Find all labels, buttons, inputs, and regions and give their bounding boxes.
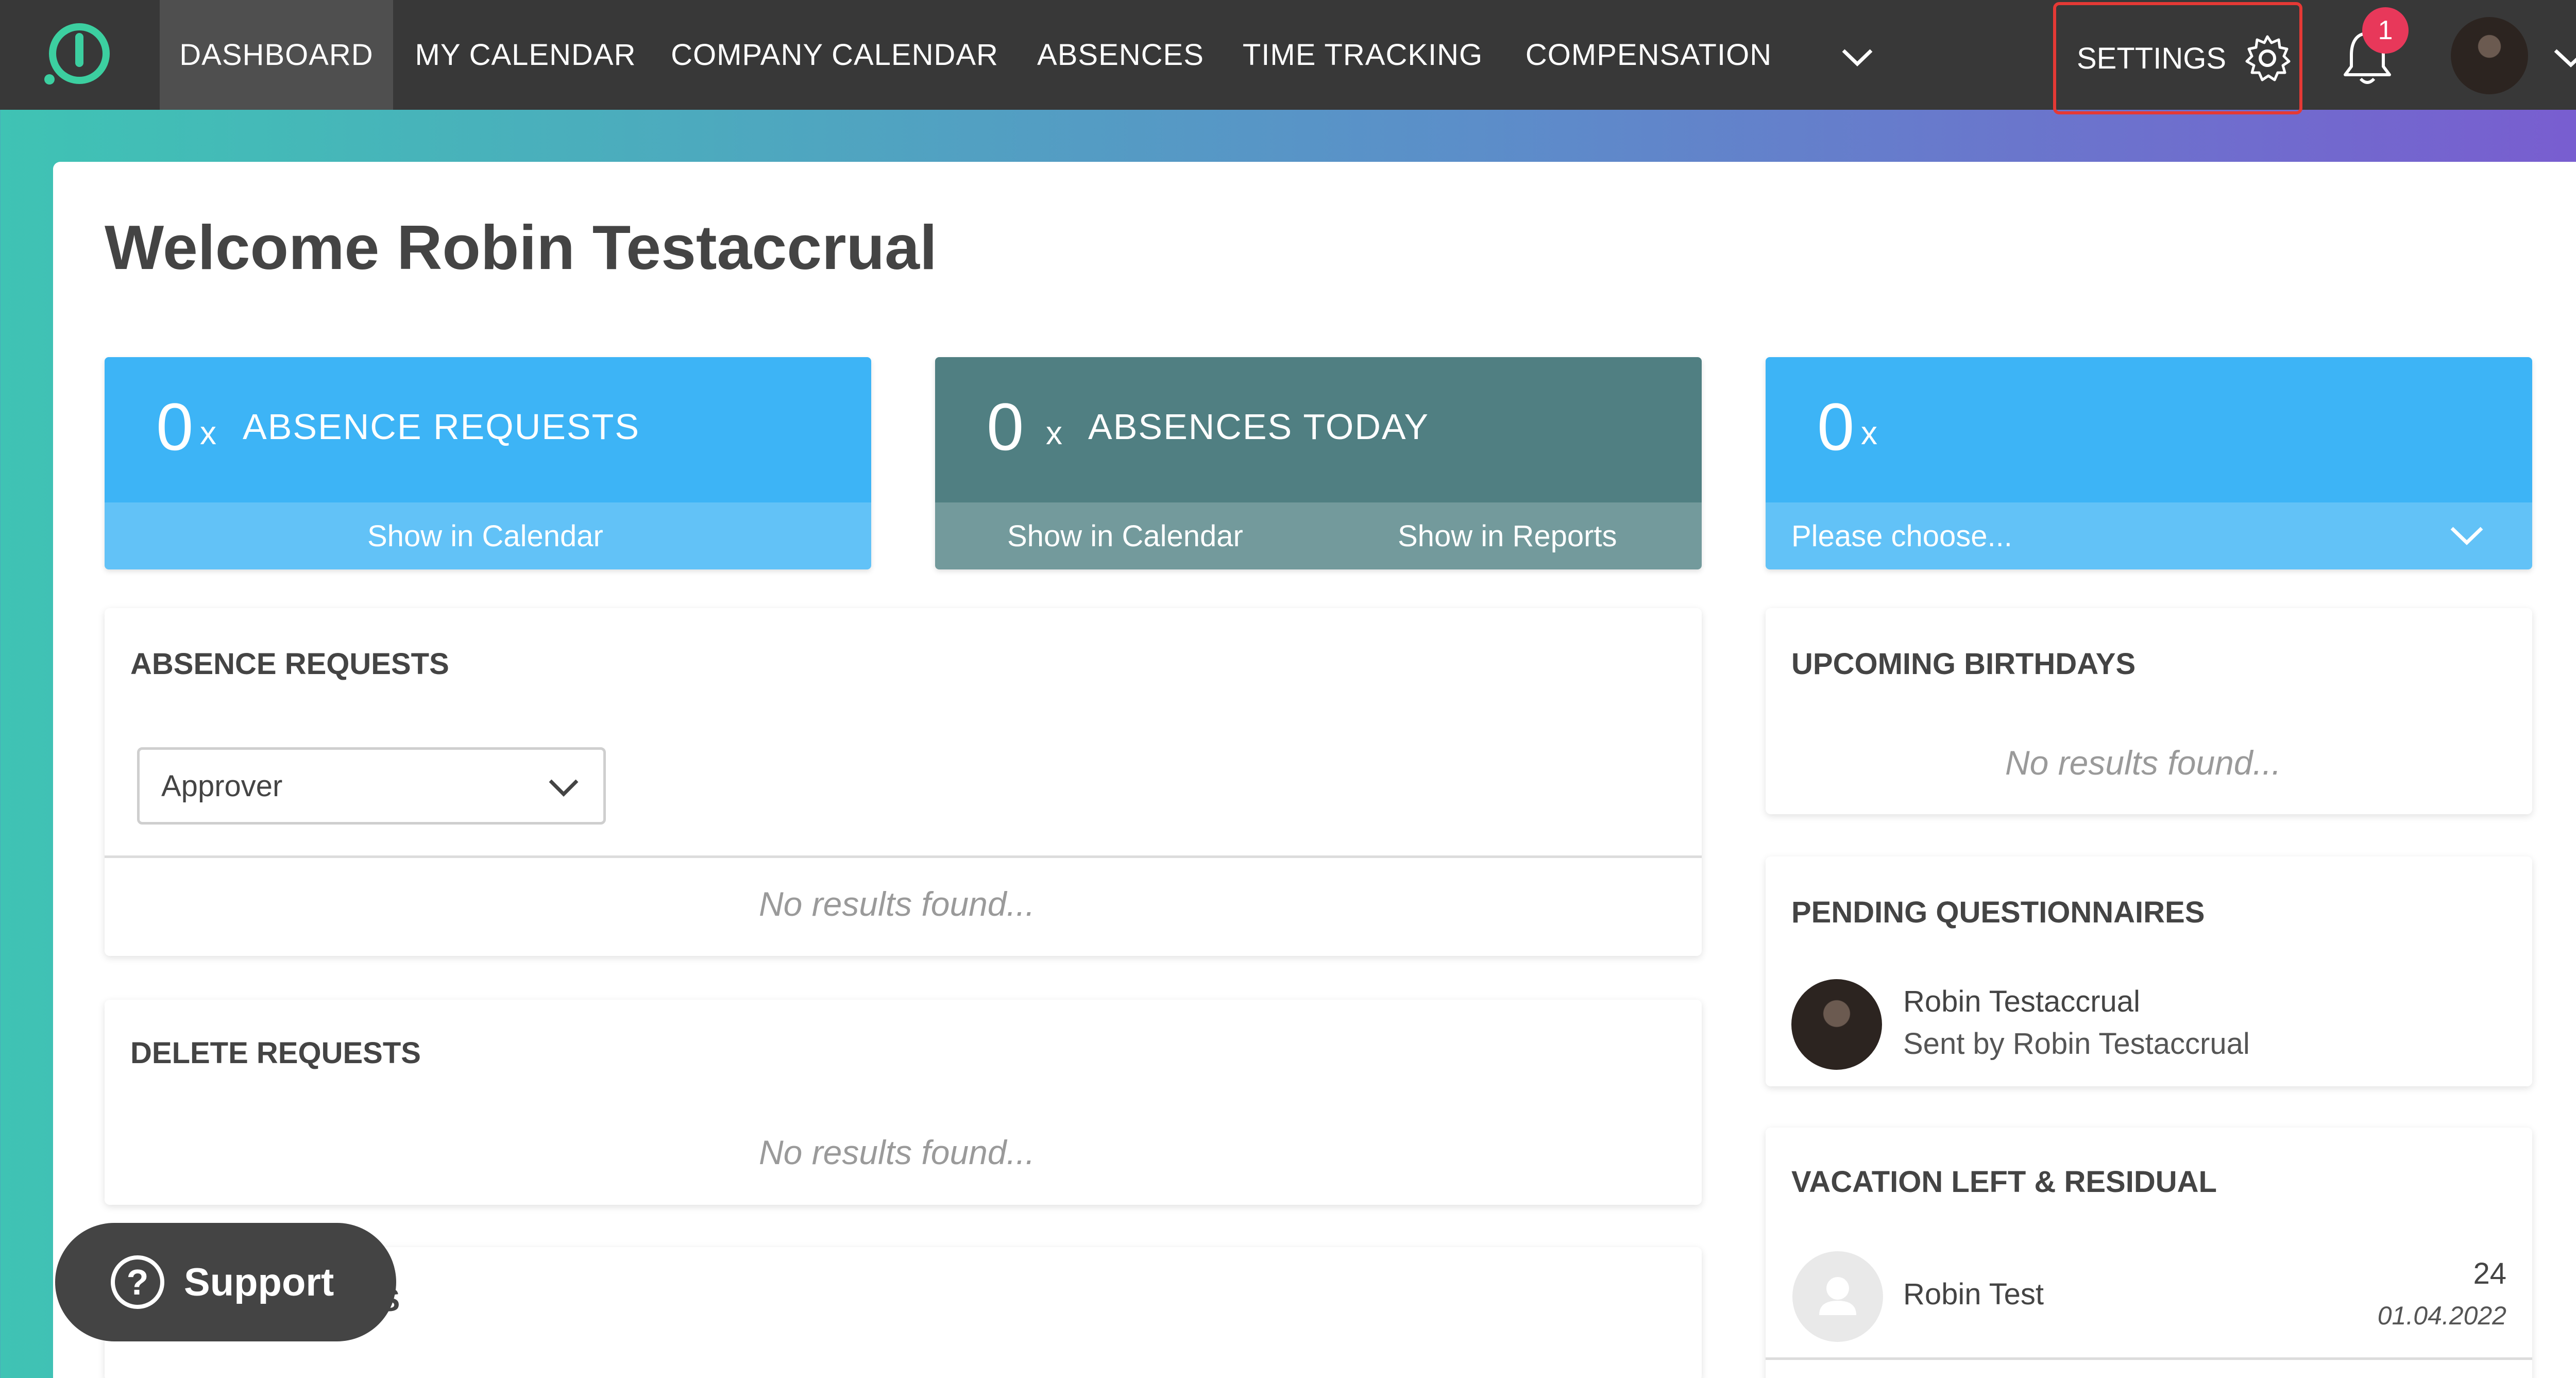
- select-value: Approver: [161, 769, 283, 803]
- chevron-down-icon[interactable]: [1839, 41, 1875, 72]
- stat-count: 0: [987, 389, 1024, 464]
- stat-times: x: [1046, 414, 1062, 451]
- avatar-placeholder: [1792, 1251, 1883, 1342]
- stat-absences-today: 0 x ABSENCES TODAY Show in Calendar Show…: [935, 357, 1702, 569]
- support-label: Support: [184, 1260, 334, 1304]
- avatar: [1791, 979, 1882, 1070]
- user-icon: [1819, 1277, 1856, 1315]
- settings-label: SETTINGS: [2077, 41, 2227, 75]
- vacation-left-card: VACATION LEFT & RESIDUAL Robin Test 24 0…: [1766, 1128, 2532, 1378]
- empty-state: No results found...: [2005, 744, 2281, 782]
- divider: [105, 855, 1702, 858]
- card-title: ABSENCE REQUESTS: [130, 647, 449, 681]
- stat-count: 0: [156, 389, 194, 464]
- settings-button[interactable]: SETTINGS: [2053, 2, 2302, 114]
- chevron-down-icon[interactable]: [2550, 41, 2576, 72]
- stat-type-select[interactable]: Please choose...: [1766, 502, 2532, 569]
- questionnaire-sender: Sent by Robin Testaccrual: [1903, 1027, 2250, 1061]
- avatar[interactable]: [2451, 17, 2528, 94]
- nav-absences[interactable]: ABSENCES: [1025, 0, 1216, 110]
- stat-absence-requests: 0 x ABSENCE REQUESTS Show in Calendar: [105, 357, 871, 569]
- notification-badge: 1: [2362, 7, 2409, 54]
- nav-time-tracking[interactable]: TIME TRACKING: [1236, 0, 1489, 110]
- questionnaire-name[interactable]: Robin Testaccrual: [1903, 984, 2140, 1019]
- stat-times: x: [200, 414, 216, 451]
- absence-requests-card: ABSENCE REQUESTS Approver No results fou…: [105, 608, 1702, 956]
- stat-times: x: [1861, 414, 1877, 451]
- gear-icon: [2245, 35, 2291, 81]
- empty-state: No results found...: [759, 1133, 1035, 1171]
- chevron-down-icon: [549, 779, 579, 797]
- show-in-reports-link[interactable]: Show in Reports: [1398, 519, 1617, 553]
- empty-state: No results found...: [759, 885, 1035, 923]
- divider: [1766, 1357, 2532, 1360]
- show-in-calendar-link[interactable]: Show in Calendar: [367, 519, 603, 553]
- stat-count: 0: [1817, 389, 1855, 464]
- logo-icon[interactable]: [42, 22, 114, 89]
- stat-label: ABSENCE REQUESTS: [243, 407, 640, 447]
- pending-questionnaires-card: PENDING QUESTIONNAIRES Robin Testaccrual…: [1766, 856, 2532, 1086]
- card-title: VACATION LEFT & RESIDUAL: [1791, 1165, 2217, 1199]
- chevron-down-icon: [2450, 527, 2483, 545]
- vacation-date: 01.04.2022: [2377, 1301, 2506, 1330]
- nav-dashboard[interactable]: DASHBOARD: [160, 0, 393, 110]
- upcoming-birthdays-card: UPCOMING BIRTHDAYS No results found...: [1766, 608, 2532, 814]
- nav-compensation[interactable]: COMPENSATION: [1515, 0, 1783, 110]
- delete-requests-card: DELETE REQUESTS No results found...: [105, 1000, 1702, 1205]
- help-circle-icon: ?: [111, 1255, 164, 1309]
- card-title: PENDING QUESTIONNAIRES: [1791, 896, 2205, 929]
- page-title: Welcome Robin Testaccrual: [105, 212, 937, 282]
- vacation-days: 24: [2473, 1257, 2506, 1290]
- select-placeholder: Please choose...: [1791, 519, 2012, 553]
- show-in-calendar-link[interactable]: Show in Calendar: [1007, 519, 1243, 553]
- nav-my-calendar[interactable]: MY CALENDAR: [402, 0, 649, 110]
- stat-label: ABSENCES TODAY: [1088, 407, 1430, 447]
- stat-custom: 0 x Please choose...: [1766, 357, 2532, 569]
- card-title: UPCOMING BIRTHDAYS: [1791, 647, 2136, 681]
- vacation-person-name: Robin Test: [1903, 1278, 2044, 1311]
- approver-select[interactable]: Approver: [137, 747, 606, 825]
- top-navbar: DASHBOARD MY CALENDAR COMPANY CALENDAR A…: [0, 0, 2576, 114]
- card-title: DELETE REQUESTS: [130, 1036, 421, 1070]
- support-button[interactable]: ? Support: [55, 1223, 396, 1341]
- nav-company-calendar[interactable]: COMPANY CALENDAR: [670, 0, 999, 110]
